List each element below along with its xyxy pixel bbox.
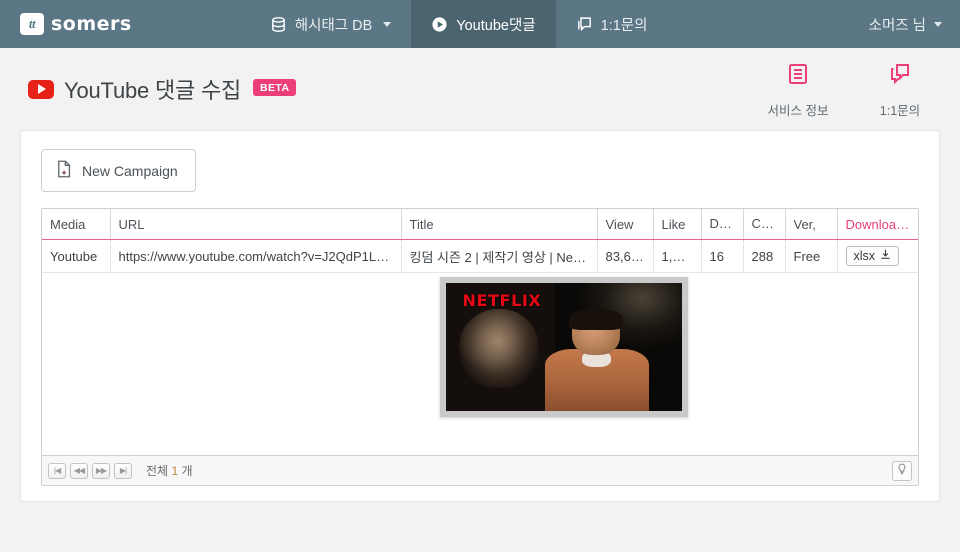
column-header-dislike[interactable]: Dis⋯ [701,209,744,240]
download-xlsx-label: xlsx [853,249,876,263]
beta-badge: BETA [253,78,297,96]
cell-title: 킹덤 시즌 2 | 제작기 영상 | Netflix [401,239,598,273]
document-lines-icon [786,62,810,91]
chat-bubbles-icon [888,62,912,91]
page-title: YouTube 댓글 수집 [64,78,242,103]
service-info-label: 서비스 정보 [767,104,829,118]
brand-logo[interactable]: tt somers [0,0,150,48]
first-page-button[interactable]: |◀ [48,462,66,479]
inquiry-label: 1:1문의 [879,104,921,118]
column-header-comment[interactable]: Co⋯ [743,209,786,240]
service-info-button[interactable]: 서비스 정보 [762,62,834,119]
column-header-download[interactable]: Download [837,209,918,240]
grid-pager: |◀ ◀◀ ▶▶ ▶| 전체 1 개 [42,455,918,485]
column-header-view[interactable]: View [597,209,654,240]
nav-tab-label: Youtube댓글 [456,17,536,34]
database-icon [270,16,287,33]
cell-comment: 288 [743,239,786,273]
column-header-like[interactable]: Like [653,209,702,240]
video-thumbnail-preview: NETFLIX [440,277,688,417]
header-actions: 서비스 정보 1:1문의 [762,62,936,119]
nav-tab-label: 해시태그 DB [294,17,373,34]
new-campaign-label: New Campaign [82,162,178,179]
youtube-logo-icon [28,79,54,99]
nav-tab-youtube-comments[interactable]: Youtube댓글 [411,0,556,48]
page-header: YouTube 댓글 수집 BETA 서비스 정보 1:1문의 [0,48,960,130]
grid-help-button[interactable] [892,460,912,481]
pager-total-number: 1 [171,464,179,478]
sort-ascending-icon [908,222,917,228]
nav-tab-label: 1:1문의 [600,17,648,34]
youtube-play-icon [431,16,448,33]
chat-bubble-icon [576,16,593,33]
nav-tab-inquiry[interactable]: 1:1문의 [556,0,668,48]
column-header-title[interactable]: Title [401,209,598,240]
column-header-version[interactable]: Ver, [785,209,838,240]
file-plus-icon [56,160,73,181]
cell-version: Free [785,239,838,273]
user-menu[interactable]: 소머즈 님 [869,0,942,48]
pager-total-suffix: 개 [181,464,193,478]
nav-tab-hashtag-db[interactable]: 해시태그 DB [250,0,412,48]
pager-total-count: 전체 1 개 [146,462,193,479]
cell-media: Youtube [42,239,111,273]
table-row[interactable]: Youtube https://www.youtube.com/watch?v=… [42,239,918,273]
brand-name: somers [51,13,132,35]
brand-mark-icon: tt [20,13,44,35]
cell-view: 83,693 [597,239,654,273]
cell-dislike: 16 [701,239,744,273]
download-icon [880,249,891,263]
content-card: New Campaign Media URL Title View Like D… [20,130,940,502]
grid-body: NETFLIX [42,273,918,455]
last-page-button[interactable]: ▶| [114,462,132,479]
thumbnail-image: NETFLIX [446,283,682,411]
prev-page-button[interactable]: ◀◀ [70,462,88,479]
column-header-media[interactable]: Media [42,209,111,240]
cell-like: 1,656 [653,239,702,273]
inquiry-button[interactable]: 1:1문의 [864,62,936,119]
chevron-down-icon [383,21,392,27]
column-header-download-label: Download [845,216,904,232]
chevron-down-icon [934,21,942,27]
nav-tab-list: 해시태그 DB Youtube댓글 1:1문의 [250,0,668,48]
campaign-grid: Media URL Title View Like Dis⋯ Co⋯ Ver, … [41,208,919,486]
thumbnail-person [545,308,649,411]
lightbulb-icon [896,462,908,480]
user-menu-label: 소머즈 님 [868,17,926,34]
pager-total-prefix: 전체 [146,464,169,478]
netflix-wordmark: NETFLIX [462,290,542,310]
next-page-button[interactable]: ▶▶ [92,462,110,479]
top-navigation-bar: tt somers 해시태그 DB Youtube댓글 1:1문의 소머즈 님 [0,0,960,48]
cell-url: https://www.youtube.com/watch?v=J2QdP1Lp… [110,239,402,273]
column-header-url[interactable]: URL [110,209,402,240]
download-xlsx-button[interactable]: xlsx [845,246,900,266]
new-campaign-button[interactable]: New Campaign [41,149,196,192]
campaign-table: Media URL Title View Like Dis⋯ Co⋯ Ver, … [42,209,918,273]
cell-download: xlsx [837,239,918,273]
table-header-row: Media URL Title View Like Dis⋯ Co⋯ Ver, … [42,209,918,240]
